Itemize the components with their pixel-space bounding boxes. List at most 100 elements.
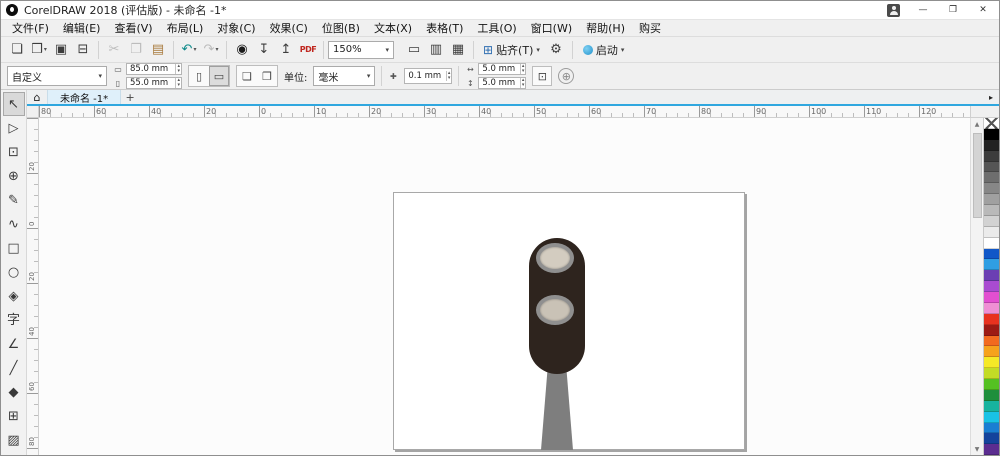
new-tab-button[interactable]: +: [121, 90, 139, 104]
units-select[interactable]: 毫米 ▾: [313, 66, 376, 86]
pdf-button[interactable]: PDF ▾: [297, 40, 324, 60]
color-swatch[interactable]: [984, 422, 999, 434]
menu-item[interactable]: 对象(C): [210, 20, 262, 36]
stepper[interactable]: ▴ ▾: [519, 64, 526, 74]
account-icon[interactable]: [887, 3, 900, 17]
color-swatch[interactable]: [984, 248, 999, 260]
close-button[interactable]: ✕: [976, 5, 990, 15]
color-swatch[interactable]: [984, 194, 999, 205]
welcome-tab-button[interactable]: ⌂: [27, 90, 47, 104]
color-swatch[interactable]: [984, 400, 999, 412]
scrollbar-thumb[interactable]: [972, 133, 982, 218]
color-swatch[interactable]: [984, 324, 999, 336]
menu-item[interactable]: 帮助(H): [579, 20, 632, 36]
signal-body-shape[interactable]: [529, 238, 585, 374]
scroll-down-button[interactable]: ▼: [971, 443, 983, 455]
menu-item[interactable]: 窗口(W): [524, 20, 579, 36]
open-button[interactable]: ❒ ▾: [28, 40, 50, 60]
options-button[interactable]: ⚙: [545, 40, 567, 60]
color-swatch[interactable]: [984, 172, 999, 184]
color-swatch[interactable]: [984, 346, 999, 358]
document-tab[interactable]: 未命名 -1*: [47, 90, 122, 105]
welcome-screen-button[interactable]: ⊕: [558, 68, 575, 84]
tab-scroll-right-button[interactable]: ▸: [983, 90, 999, 104]
paste-button[interactable]: ▤ ▾: [147, 40, 174, 60]
fullscreen-preview-button[interactable]: ▭ ▾: [403, 40, 425, 60]
interactive-fill-tool[interactable]: ◆: [3, 380, 25, 404]
snap-to-dropdown[interactable]: ⊞ 贴齐(T) ▾: [478, 40, 545, 60]
menu-item[interactable]: 查看(V): [107, 20, 159, 36]
color-swatch[interactable]: [984, 128, 999, 140]
dimension-tool[interactable]: ∠: [3, 332, 25, 356]
color-swatch[interactable]: [984, 433, 999, 445]
crop-tool[interactable]: ⊡: [3, 140, 25, 164]
text-tool[interactable]: 字: [3, 308, 25, 332]
ellipse-tool[interactable]: ○: [3, 260, 25, 284]
stepper[interactable]: ▴ ▾: [445, 71, 452, 81]
import-button[interactable]: ↧ ▾: [253, 40, 275, 60]
ruler-origin[interactable]: [27, 106, 39, 117]
menu-item[interactable]: 编辑(E): [56, 20, 108, 36]
signal-light-upper[interactable]: [536, 243, 574, 273]
signal-stem-shape[interactable]: [541, 371, 573, 450]
stepper[interactable]: ▴ ▾: [175, 64, 181, 74]
zoom-level-select[interactable]: 150% ▾: [328, 40, 394, 59]
rectangle-tool[interactable]: □: [3, 236, 25, 260]
redo-button[interactable]: ↷ ▾: [200, 40, 227, 60]
treat-as-filled-button[interactable]: ⊡: [532, 66, 553, 86]
drawing-canvas[interactable]: [39, 118, 970, 455]
scroll-up-button[interactable]: ▲: [971, 118, 983, 130]
duplicate-y-field[interactable]: 5.0 mm ▴ ▾: [478, 77, 527, 89]
search-content-button[interactable]: ◉ ▾: [231, 40, 253, 60]
new-document-button[interactable]: ❏ ▾: [6, 40, 28, 60]
color-swatch[interactable]: [984, 379, 999, 390]
color-swatch[interactable]: [984, 150, 999, 162]
shape-tool[interactable]: ▷: [3, 116, 25, 140]
maximize-button[interactable]: ❐: [946, 5, 960, 15]
stepper-down-icon[interactable]: ▾: [448, 76, 451, 81]
portrait-button[interactable]: ▯: [189, 66, 209, 86]
stepper-down-icon[interactable]: ▾: [177, 69, 180, 74]
color-swatch[interactable]: [984, 237, 999, 249]
menu-item[interactable]: 表格(T): [419, 20, 470, 36]
color-swatch[interactable]: [984, 368, 999, 379]
page-width-field[interactable]: 85.0 mm ▴ ▾: [126, 63, 182, 75]
current-page-button[interactable]: ❐: [257, 66, 277, 86]
stepper-down-icon[interactable]: ▾: [177, 83, 180, 88]
connector-tool[interactable]: ╱: [3, 356, 25, 380]
export-button[interactable]: ↥ ▾: [275, 40, 297, 60]
menu-item[interactable]: 购买: [632, 20, 668, 36]
stepper-down-icon[interactable]: ▾: [522, 69, 525, 74]
undo-button[interactable]: ↶ ▾: [178, 40, 200, 60]
color-swatch[interactable]: [984, 444, 999, 455]
copy-button[interactable]: ❐ ▾: [125, 40, 147, 60]
minimize-button[interactable]: —: [916, 5, 930, 15]
color-swatch[interactable]: [984, 292, 999, 303]
show-rulers-button[interactable]: ▥ ▾: [425, 40, 447, 60]
color-swatch[interactable]: [984, 118, 999, 129]
color-swatch[interactable]: [984, 226, 999, 238]
signal-light-lower[interactable]: [536, 295, 574, 325]
print-button[interactable]: ⊟ ▾: [72, 40, 99, 60]
all-pages-button[interactable]: ❏: [237, 66, 257, 86]
pick-tool[interactable]: ↖: [2, 92, 25, 116]
page-preset-select[interactable]: 自定义 ▾: [7, 66, 107, 86]
polygon-tool[interactable]: ◈: [3, 284, 25, 308]
freehand-tool[interactable]: ✎: [3, 188, 25, 212]
stepper[interactable]: ▴ ▾: [519, 78, 526, 88]
color-swatch[interactable]: [984, 259, 999, 271]
menu-item[interactable]: 布局(L): [160, 20, 211, 36]
color-swatch[interactable]: [984, 161, 999, 173]
color-swatch[interactable]: [984, 411, 999, 423]
vertical-scrollbar[interactable]: ▲ ▼: [970, 118, 983, 455]
menu-item[interactable]: 文本(X): [367, 20, 419, 36]
cut-button[interactable]: ✂ ▾: [103, 40, 125, 60]
color-swatch[interactable]: [984, 281, 999, 292]
menu-item[interactable]: 位图(B): [315, 20, 367, 36]
menu-item[interactable]: 效果(C): [263, 20, 315, 36]
color-swatch[interactable]: [984, 357, 999, 369]
duplicate-x-field[interactable]: 5.0 mm ▴ ▾: [478, 63, 527, 75]
color-swatch[interactable]: [984, 205, 999, 216]
show-grid-button[interactable]: ▦ ▾: [447, 40, 474, 60]
color-swatch[interactable]: [984, 313, 999, 325]
